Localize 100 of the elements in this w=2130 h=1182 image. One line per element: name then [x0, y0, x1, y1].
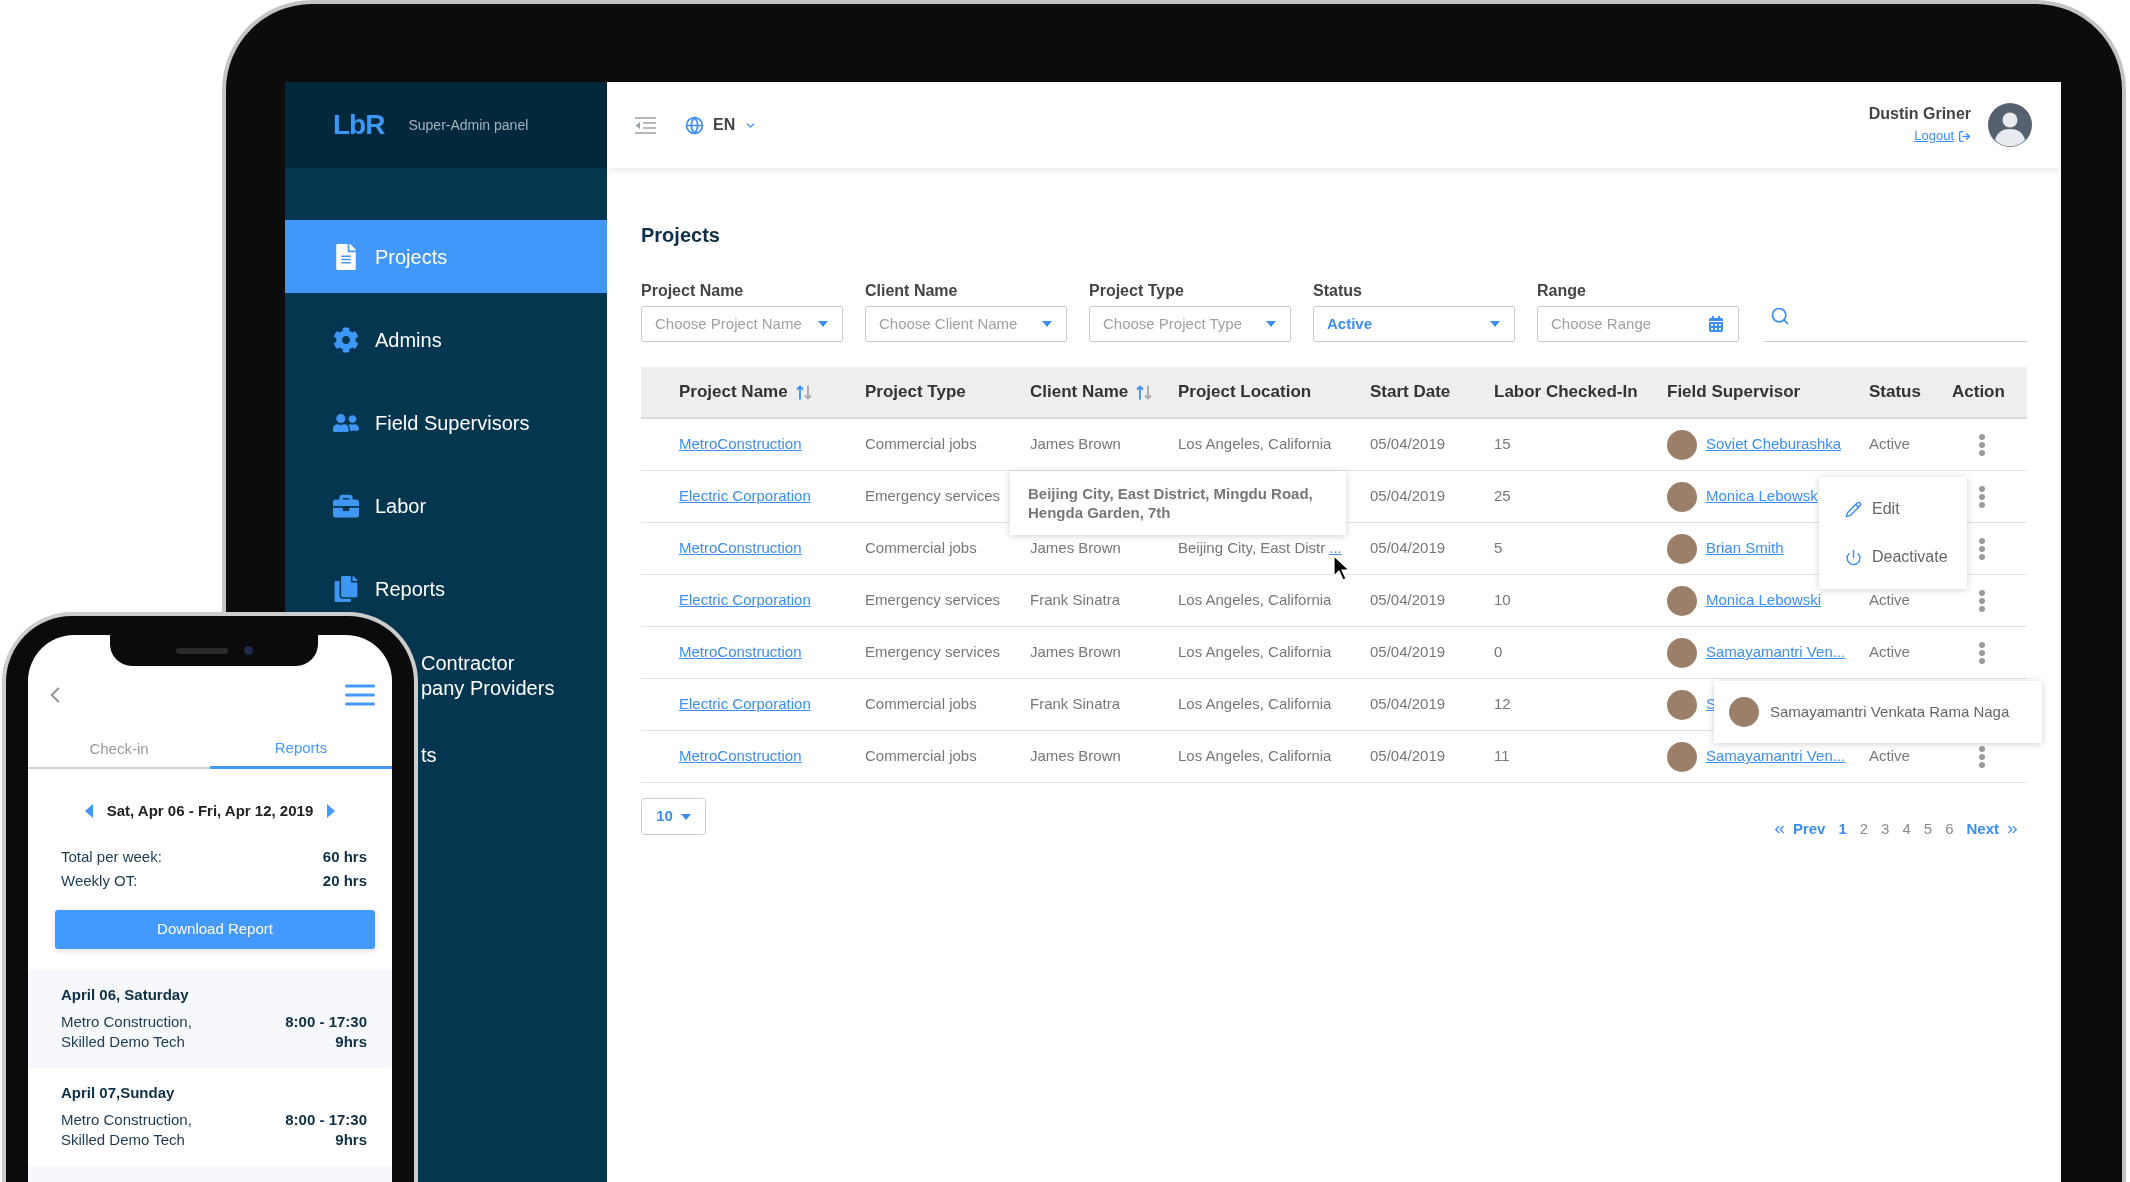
page-link[interactable]: 6 — [1945, 818, 1954, 841]
select-field[interactable]: Choose Project Type — [1089, 306, 1291, 342]
menu-item[interactable]: Deactivate — [1819, 533, 1967, 581]
project-link[interactable]: MetroConstruction — [679, 435, 802, 453]
menu-item[interactable]: Edit — [1819, 485, 1967, 533]
filter-label: Project Type — [1089, 281, 1185, 301]
next-link[interactable]: Next — [1966, 818, 2020, 841]
table-cell: Commercial jobs — [865, 435, 977, 453]
nav-item[interactable]: Contractor pany Providers — [421, 651, 555, 701]
table-cell: 05/04/2019 — [1370, 695, 1446, 713]
avatar-icon — [1667, 637, 1697, 668]
select-field[interactable]: Choose Project Name — [641, 306, 843, 342]
table-cell: James Brown — [1030, 747, 1121, 765]
more-icon[interactable] — [1979, 433, 1985, 456]
page-link[interactable]: 1 — [1838, 818, 1847, 841]
project-link[interactable]: Electric Corporation — [679, 695, 811, 713]
total-value: 20 hrs — [322, 871, 367, 891]
logout-link[interactable]: Logout — [1914, 126, 1971, 146]
tab[interactable]: Reports — [210, 730, 392, 769]
language-selector[interactable]: EN — [685, 113, 758, 137]
project-link[interactable]: MetroConstruction — [679, 747, 802, 765]
sort-arrows-icon[interactable] — [795, 384, 812, 400]
documents-icon — [333, 575, 359, 602]
total-value: 60 hrs — [322, 847, 367, 867]
column-header: Action — [1952, 381, 2005, 404]
document-icon — [333, 243, 359, 270]
project-link[interactable]: Electric Corporation — [679, 487, 811, 505]
supervisor-link[interactable]: Monica Lebowsk — [1706, 485, 1818, 508]
download-report-button[interactable]: Download Report — [55, 910, 375, 949]
table-cell: 0 — [1494, 643, 1503, 661]
nav-item[interactable]: Projects — [285, 220, 607, 293]
caret-right-icon[interactable] — [327, 804, 336, 818]
search-icon — [1770, 306, 1790, 326]
menu-icon[interactable] — [345, 684, 375, 706]
column-header: Project Type — [865, 381, 966, 404]
nav-item[interactable]: Admins — [285, 303, 607, 376]
avatar-icon — [1667, 689, 1697, 720]
tab[interactable]: Check-in — [28, 731, 210, 769]
supervisor-link[interactable]: Monica Lebowski — [1706, 589, 1822, 612]
avatar-icon[interactable] — [1988, 103, 2032, 147]
day-description: Metro Construction, Skilled Demo Tech — [61, 1012, 193, 1052]
page-title: Projects — [641, 223, 721, 247]
avatar-icon — [1667, 429, 1697, 460]
column-header: Project Location — [1178, 381, 1312, 404]
prev-link[interactable]: Prev — [1771, 818, 1826, 841]
table-cell-text: Los Angeles, California — [1178, 434, 1332, 455]
calendar-icon — [1708, 316, 1724, 332]
page-size-select[interactable]: 10 — [641, 798, 706, 835]
more-icon[interactable] — [1979, 537, 1985, 560]
table-cell: Commercial jobs — [865, 539, 977, 557]
table-cell: Active — [1869, 747, 1910, 765]
sort-arrows-icon[interactable] — [1136, 384, 1153, 400]
table-cell: James Brown — [1030, 539, 1121, 557]
page-link[interactable]: 4 — [1902, 818, 1911, 841]
more-icon[interactable] — [1979, 641, 1985, 664]
table-cell: Active — [1869, 435, 1910, 453]
table-cell: 10 — [1494, 591, 1511, 609]
nav-item[interactable]: Labor — [285, 469, 607, 542]
table-cell: James Brown — [1030, 643, 1121, 661]
table-cell-text: Los Angeles, California — [1178, 746, 1332, 767]
supervisor-link[interactable]: Samayamantri Ven... — [1706, 745, 1846, 768]
filter-label: Status — [1313, 281, 1363, 301]
page-link[interactable]: 2 — [1859, 818, 1869, 841]
logo[interactable]: LbR — [333, 111, 385, 139]
nav-item[interactable]: Field Supervisors — [285, 386, 607, 459]
select-field[interactable]: Choose Client Name — [865, 306, 1067, 342]
location-tooltip: Beijing City, East District, Mingdu Road, Hengda Garden, 7th — [1010, 471, 1346, 535]
project-link[interactable]: Electric Corporation — [679, 591, 811, 609]
avatar-icon — [1667, 481, 1697, 512]
project-link[interactable]: MetroConstruction — [679, 643, 802, 661]
day-hours: 9hrs — [335, 1032, 367, 1052]
day-hours: 9hrs — [335, 1130, 367, 1150]
search-field[interactable] — [1764, 306, 2027, 342]
table-cell: 05/04/2019 — [1370, 643, 1446, 661]
table-cell: 5 — [1494, 539, 1503, 557]
more-icon[interactable] — [1979, 745, 1985, 768]
day-heading: April 07,Sunday — [61, 1083, 176, 1103]
page-link[interactable]: 5 — [1923, 818, 1933, 841]
globe-icon — [685, 115, 704, 135]
more-icon[interactable] — [1979, 485, 1985, 508]
supervisor-link[interactable]: Brian Smith — [1706, 537, 1784, 560]
supervisor-link[interactable]: Soviet Cheburashka — [1706, 433, 1842, 456]
nav-item[interactable]: Reports — [285, 552, 607, 625]
page-link[interactable]: 3 — [1881, 818, 1890, 841]
more-icon[interactable] — [1979, 589, 1985, 612]
outdent-icon[interactable] — [635, 116, 656, 134]
select-field[interactable]: Active — [1313, 306, 1515, 342]
column-header: Client Name — [1030, 381, 1129, 404]
date-range-field[interactable]: Choose Range — [1537, 306, 1739, 342]
logout-icon — [1958, 129, 1971, 143]
briefcase-icon — [333, 492, 359, 519]
nav-item[interactable]: ts — [421, 743, 437, 768]
column-header: Status — [1869, 381, 1921, 404]
filter-label: Project Name — [641, 281, 745, 301]
project-link[interactable]: MetroConstruction — [679, 539, 802, 557]
column-header: Labor Checked-In — [1494, 381, 1638, 404]
caret-left-icon[interactable] — [84, 804, 93, 818]
tooltip-text: Samayamantri Venkata Rama Naga — [1770, 701, 2010, 722]
day-time: 8:00 - 17:30 — [285, 1012, 367, 1032]
supervisor-link[interactable]: Samayamantri Ven... — [1706, 641, 1846, 664]
